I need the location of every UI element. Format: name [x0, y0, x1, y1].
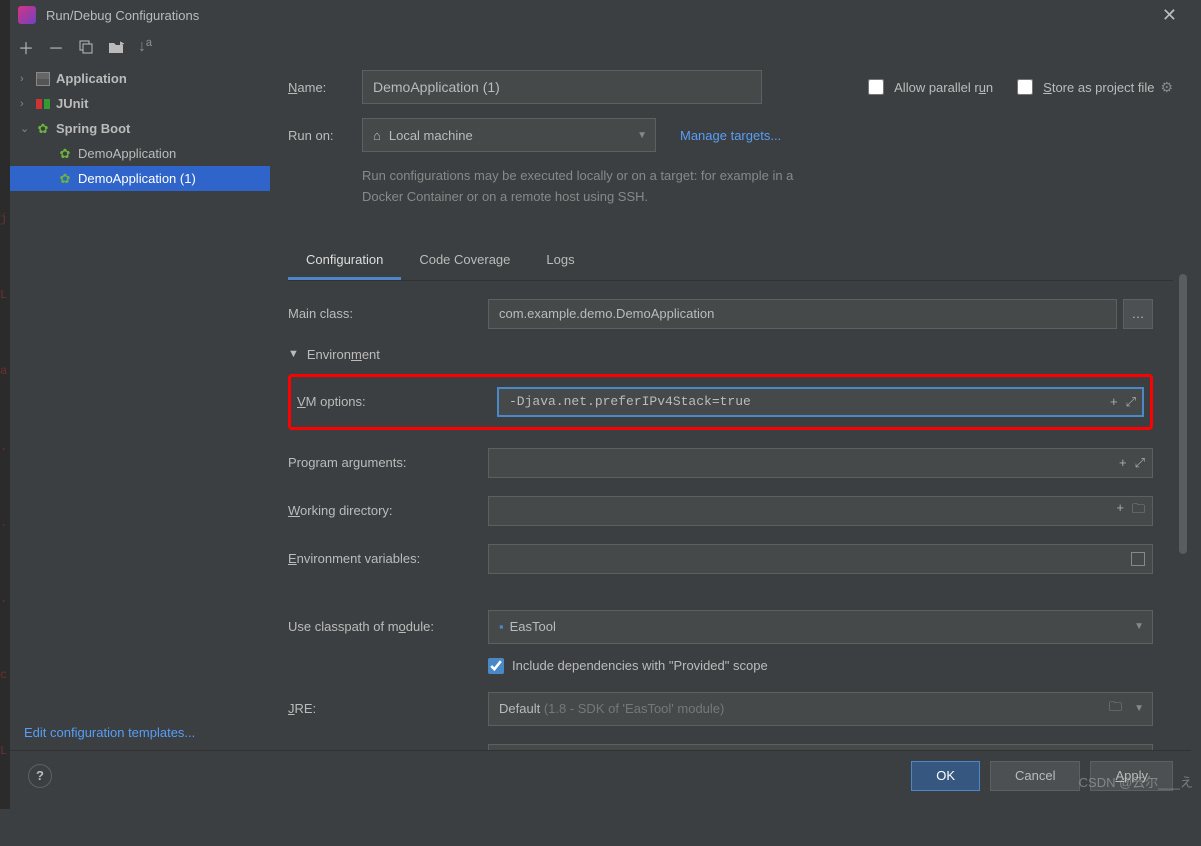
- environment-section[interactable]: ▼ Environment: [288, 347, 1153, 362]
- main-class-label: Main class:: [288, 306, 488, 321]
- tree-application[interactable]: › Application: [10, 66, 270, 91]
- run-on-dropdown[interactable]: ⌂ Local machine ▼: [362, 118, 656, 152]
- working-dir-input[interactable]: [488, 496, 1153, 526]
- spring-icon: ✿: [34, 121, 52, 137]
- program-args-input[interactable]: [488, 448, 1153, 478]
- name-input[interactable]: [362, 70, 762, 104]
- svg-text:▸: ▸: [120, 40, 124, 48]
- help-button[interactable]: ?: [28, 764, 52, 788]
- window-title: Run/Debug Configurations: [46, 8, 1156, 23]
- apply-button[interactable]: Apply: [1090, 761, 1173, 791]
- vm-options-input[interactable]: [497, 387, 1144, 417]
- chevron-right-icon: ›: [20, 98, 34, 110]
- config-tree: › Application › JUnit ⌄ ✿ Spring Boot ✿ …: [10, 64, 270, 715]
- save-template-button[interactable]: ▸: [108, 40, 124, 54]
- browse-main-class-button[interactable]: …: [1123, 299, 1153, 329]
- spring-icon: ✿: [56, 171, 74, 187]
- home-icon: ⌂: [373, 128, 381, 143]
- content-panel: Name: Allow parallel run Store as projec…: [270, 64, 1191, 750]
- junit-icon: [34, 97, 52, 111]
- tab-code-coverage[interactable]: Code Coverage: [401, 242, 528, 280]
- copy-button[interactable]: [78, 39, 94, 55]
- classpath-dropdown[interactable]: ▪ EasTool ▼: [488, 610, 1153, 644]
- add-button[interactable]: ＋: [18, 35, 34, 59]
- run-on-label: Run on:: [288, 128, 362, 143]
- expand-icon[interactable]: ⤢: [1126, 394, 1136, 410]
- classpath-label: Use classpath of module:: [288, 619, 488, 634]
- ok-button[interactable]: OK: [911, 761, 980, 791]
- chevron-down-icon: ⌄: [20, 122, 34, 135]
- folder-icon[interactable]: 🗀: [1109, 698, 1122, 720]
- chevron-down-icon: ▼: [637, 130, 647, 141]
- remove-button[interactable]: －: [48, 35, 64, 59]
- store-project-checkbox[interactable]: Store as project file: [1017, 79, 1154, 95]
- run-debug-dialog: Run/Debug Configurations ✕ ＋ － ▸ ↓ª › Ap…: [10, 0, 1191, 800]
- allow-parallel-checkbox[interactable]: Allow parallel run: [868, 79, 993, 95]
- chevron-down-icon: ▼: [1134, 703, 1144, 714]
- insert-icon[interactable]: +: [1110, 394, 1118, 410]
- spring-error-icon: ✿: [56, 146, 74, 162]
- app-icon: [18, 6, 36, 24]
- working-dir-label: Working directory:: [288, 503, 488, 518]
- chevron-right-icon: ›: [20, 73, 34, 85]
- insert-icon[interactable]: +: [1119, 455, 1127, 471]
- vm-options-highlight: VM options: + ⤢: [288, 374, 1153, 430]
- run-on-hint: Run configurations may be executed local…: [362, 166, 822, 208]
- close-icon[interactable]: ✕: [1156, 5, 1183, 26]
- env-vars-label: Environment variables:: [288, 551, 488, 566]
- chevron-down-icon: ▼: [1134, 621, 1144, 632]
- jre-dropdown[interactable]: Default (1.8 - SDK of 'EasTool' module) …: [488, 692, 1153, 726]
- name-label: Name:: [288, 80, 362, 95]
- module-icon: ▪: [499, 619, 504, 634]
- tree-demo-app-2[interactable]: ✿ DemoApplication (1): [10, 166, 270, 191]
- application-icon: [34, 72, 52, 86]
- tree-demo-app-1[interactable]: ✿ DemoApplication: [10, 141, 270, 166]
- sort-button[interactable]: ↓ª: [138, 38, 152, 56]
- expand-icon[interactable]: ⤢: [1135, 455, 1145, 471]
- tree-spring-boot[interactable]: ⌄ ✿ Spring Boot: [10, 116, 270, 141]
- env-vars-input[interactable]: [488, 544, 1153, 574]
- chevron-down-icon: ▼: [288, 348, 299, 360]
- shorten-cmd-dropdown[interactable]: none - java [options] className [args] ▼: [488, 744, 1153, 750]
- scrollbar[interactable]: [1177, 274, 1189, 750]
- insert-icon[interactable]: +: [1116, 500, 1124, 522]
- footer: ? OK Cancel Apply: [10, 750, 1191, 800]
- toolbar: ＋ － ▸ ↓ª: [10, 30, 1191, 64]
- manage-targets-link[interactable]: Manage targets...: [680, 128, 781, 143]
- jre-label: JRE:: [288, 701, 488, 716]
- main-class-input[interactable]: [488, 299, 1117, 329]
- edit-templates-link[interactable]: Edit configuration templates...: [10, 715, 270, 750]
- list-icon[interactable]: [1131, 552, 1145, 566]
- tree-junit[interactable]: › JUnit: [10, 91, 270, 116]
- tab-logs[interactable]: Logs: [528, 242, 592, 280]
- tabs: Configuration Code Coverage Logs: [288, 242, 1173, 281]
- folder-icon[interactable]: 🗀: [1132, 500, 1145, 522]
- title-bar: Run/Debug Configurations ✕: [10, 0, 1191, 30]
- vm-options-label: VM options:: [297, 394, 497, 409]
- include-provided-checkbox[interactable]: Include dependencies with "Provided" sco…: [488, 658, 1153, 674]
- sidebar: › Application › JUnit ⌄ ✿ Spring Boot ✿ …: [10, 64, 270, 750]
- cancel-button[interactable]: Cancel: [990, 761, 1080, 791]
- gear-icon[interactable]: ⚙: [1160, 79, 1173, 96]
- program-args-label: Program arguments:: [288, 455, 488, 470]
- tab-configuration[interactable]: Configuration: [288, 242, 401, 280]
